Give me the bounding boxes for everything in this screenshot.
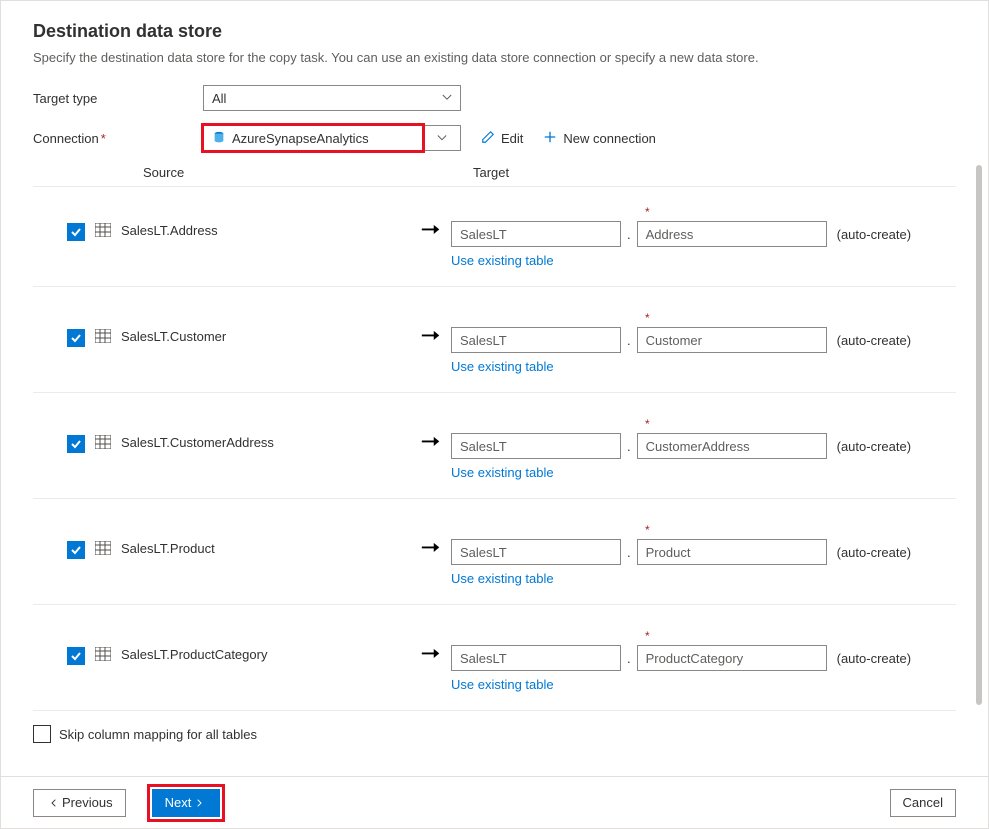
table-icon	[95, 647, 111, 661]
schema-table-separator: .	[627, 227, 631, 242]
target-type-select[interactable]: All	[203, 85, 461, 111]
source-name: SalesLT.ProductCategory	[121, 629, 411, 662]
connection-select[interactable]: AzureSynapseAnalytics	[203, 125, 423, 151]
target-schema-input[interactable]: SalesLT	[451, 433, 621, 459]
plus-icon	[543, 130, 563, 147]
target-table-input[interactable]: ProductCategory	[637, 645, 827, 671]
column-header-source: Source	[143, 165, 433, 180]
arrow-right-icon	[420, 329, 442, 343]
target-table-input[interactable]: CustomerAddress	[637, 433, 827, 459]
new-connection-button[interactable]: New connection	[543, 130, 656, 147]
chevron-right-icon	[195, 795, 203, 810]
table-icon	[95, 435, 111, 449]
schema-table-separator: .	[627, 439, 631, 454]
column-header-target: Target	[473, 165, 509, 180]
pencil-icon	[481, 130, 501, 147]
auto-create-note: (auto-create)	[837, 227, 911, 242]
arrow-right-icon	[420, 541, 442, 555]
target-table-input[interactable]: Address	[637, 221, 827, 247]
arrow-right-icon	[420, 647, 442, 661]
page-subtitle: Specify the destination data store for t…	[33, 50, 956, 65]
target-table-input[interactable]: Product	[637, 539, 827, 565]
source-name: SalesLT.Address	[121, 205, 411, 238]
target-schema-input[interactable]: SalesLT	[451, 539, 621, 565]
page-title: Destination data store	[33, 21, 956, 42]
target-schema-input[interactable]: SalesLT	[451, 221, 621, 247]
arrow-right-icon	[420, 223, 442, 237]
scrollbar-thumb[interactable]	[976, 165, 982, 705]
edit-connection-button[interactable]: Edit	[481, 130, 523, 147]
schema-table-separator: .	[627, 333, 631, 348]
row-checkbox[interactable]	[67, 541, 85, 559]
connection-label: Connection*	[33, 131, 203, 146]
target-type-label: Target type	[33, 91, 203, 106]
cancel-button[interactable]: Cancel	[890, 789, 956, 817]
auto-create-note: (auto-create)	[837, 333, 911, 348]
target-type-value: All	[212, 91, 226, 106]
table-row: SalesLT.CustomerAddress*SalesLT.Customer…	[33, 393, 956, 499]
auto-create-note: (auto-create)	[837, 651, 911, 666]
required-marker: *	[645, 629, 911, 643]
connection-value: AzureSynapseAnalytics	[232, 131, 369, 146]
row-checkbox[interactable]	[67, 329, 85, 347]
chevron-left-icon	[50, 795, 58, 810]
table-row: SalesLT.Address*SalesLT.Address(auto-cre…	[33, 187, 956, 287]
table-row: SalesLT.Customer*SalesLT.Customer(auto-c…	[33, 287, 956, 393]
auto-create-note: (auto-create)	[837, 545, 911, 560]
required-marker: *	[645, 417, 911, 431]
table-row: SalesLT.Product*SalesLT.Product(auto-cre…	[33, 499, 956, 605]
database-icon	[212, 131, 226, 145]
target-schema-input[interactable]: SalesLT	[451, 327, 621, 353]
skip-column-mapping-checkbox[interactable]	[33, 725, 51, 743]
chevron-down-icon	[442, 91, 452, 106]
target-schema-input[interactable]: SalesLT	[451, 645, 621, 671]
auto-create-note: (auto-create)	[837, 439, 911, 454]
required-marker: *	[645, 205, 911, 219]
arrow-right-icon	[420, 435, 442, 449]
previous-button[interactable]: Previous	[33, 789, 126, 817]
required-marker: *	[645, 311, 911, 325]
source-name: SalesLT.Customer	[121, 311, 411, 344]
schema-table-separator: .	[627, 651, 631, 666]
schema-table-separator: .	[627, 545, 631, 560]
row-checkbox[interactable]	[67, 223, 85, 241]
table-row: SalesLT.ProductCategory*SalesLT.ProductC…	[33, 605, 956, 711]
use-existing-table-link[interactable]: Use existing table	[451, 253, 911, 268]
use-existing-table-link[interactable]: Use existing table	[451, 571, 911, 586]
next-button[interactable]: Next	[152, 789, 221, 817]
source-name: SalesLT.Product	[121, 523, 411, 556]
use-existing-table-link[interactable]: Use existing table	[451, 359, 911, 374]
target-table-input[interactable]: Customer	[637, 327, 827, 353]
table-icon	[95, 223, 111, 237]
row-checkbox[interactable]	[67, 647, 85, 665]
row-checkbox[interactable]	[67, 435, 85, 453]
skip-column-mapping-label: Skip column mapping for all tables	[59, 727, 257, 742]
use-existing-table-link[interactable]: Use existing table	[451, 465, 911, 480]
source-name: SalesLT.CustomerAddress	[121, 417, 411, 450]
table-icon	[95, 329, 111, 343]
connection-dropdown-toggle[interactable]	[423, 125, 461, 151]
required-marker: *	[645, 523, 911, 537]
use-existing-table-link[interactable]: Use existing table	[451, 677, 911, 692]
table-icon	[95, 541, 111, 555]
